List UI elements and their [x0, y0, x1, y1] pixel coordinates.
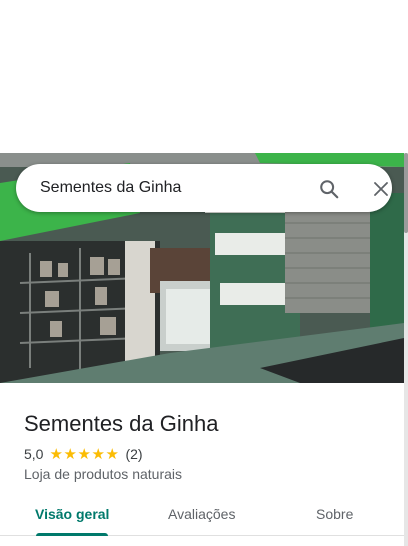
tab-bar: Visão geral Avaliações Sobre: [0, 496, 404, 536]
blank-header-area: [0, 0, 408, 153]
star-icon: ★: [105, 445, 119, 463]
close-button[interactable]: [368, 176, 394, 202]
search-icon: [320, 180, 339, 199]
tab-about[interactable]: Sobre: [316, 506, 353, 522]
search-button[interactable]: [316, 176, 342, 202]
close-icon: [374, 182, 388, 196]
place-category[interactable]: Loja de produtos naturais: [24, 466, 182, 482]
tab-overview[interactable]: Visão geral: [35, 506, 109, 522]
star-icon: ★: [77, 445, 91, 463]
place-title: Sementes da Ginha: [24, 411, 219, 436]
active-tab-indicator: [36, 533, 108, 536]
rating-stars: ★ ★ ★ ★ ★: [49, 447, 119, 462]
rating-value: 5,0: [24, 446, 44, 462]
star-icon: ★: [49, 445, 63, 463]
search-bar[interactable]: [16, 164, 392, 212]
scrollbar-thumb[interactable]: [404, 153, 408, 233]
star-icon: ★: [91, 445, 105, 463]
tab-reviews[interactable]: Avaliações: [168, 506, 235, 522]
search-input[interactable]: [40, 178, 290, 198]
star-icon: ★: [63, 445, 77, 463]
review-count-link[interactable]: (2): [125, 446, 142, 462]
rating-row[interactable]: 5,0 ★ ★ ★ ★ ★ (2): [24, 445, 143, 463]
photo-bottom-edge: [0, 383, 404, 393]
scrollbar[interactable]: [404, 153, 408, 546]
